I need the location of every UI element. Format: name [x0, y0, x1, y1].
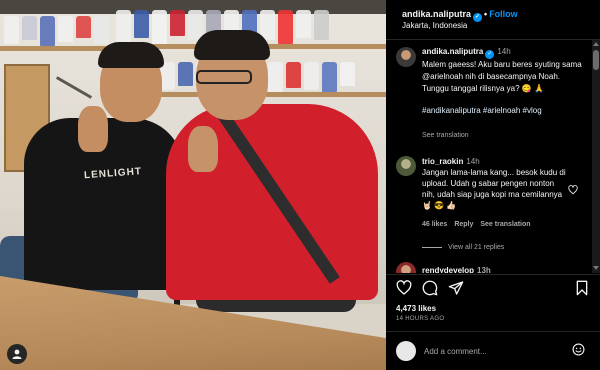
post-photo[interactable]: LENLIGHT [0, 0, 386, 370]
avatar[interactable] [396, 262, 416, 273]
caption-time: 14h [497, 47, 511, 56]
follow-button[interactable]: Follow [489, 9, 518, 19]
scrollbar-thumb[interactable] [593, 50, 599, 70]
figure-row [4, 16, 109, 46]
separator-dot: • [484, 9, 488, 19]
scrollbar[interactable] [592, 40, 600, 273]
comment-text: Jangan lama-lama kang... besok kudu di u… [422, 168, 566, 210]
post-actions [386, 274, 600, 304]
comment-likes[interactable]: 46 likes [422, 221, 447, 228]
comment-meta: 46 likes Reply See translation [422, 221, 538, 228]
reply-button[interactable]: Reply [454, 221, 473, 228]
heart-icon [568, 185, 578, 195]
glasses [196, 70, 252, 84]
avatar[interactable] [396, 156, 416, 176]
comment-input[interactable] [424, 342, 564, 360]
view-replies-label: View all 21 replies [448, 244, 505, 251]
replies-divider [422, 246, 442, 248]
photo-shelf [150, 92, 386, 97]
comment-username[interactable]: trio_raokin [422, 157, 463, 166]
tagged-users-button[interactable] [7, 344, 27, 364]
comment-item: rendydevelop 13h [422, 266, 491, 273]
emoji-icon [572, 343, 585, 356]
post-side-panel: andika.naliputra ✓ • Follow Jakarta, Indone… [386, 0, 600, 370]
post-timestamp: 14 HOURS AGO [396, 316, 445, 322]
see-translation-link[interactable]: See translation [422, 132, 469, 139]
save-button[interactable] [574, 280, 590, 300]
scroll-up-arrow-icon[interactable] [593, 42, 599, 46]
share-button[interactable] [448, 280, 464, 300]
comment-icon [422, 280, 438, 296]
comment-username[interactable]: rendydevelop [422, 266, 474, 273]
peace-sign-hand [188, 126, 218, 172]
like-comment-button[interactable] [568, 185, 578, 198]
post-caption: andika.naliputra ✓ 14h Malem gaeess! Aku b… [422, 46, 588, 117]
caption-username[interactable]: andika.naliputra [422, 47, 483, 56]
scroll-down-arrow-icon[interactable] [593, 266, 599, 270]
verified-badge-icon: ✓ [473, 13, 483, 22]
caption-hashtags[interactable]: #andikanaliputra #arielnoah #vlog [422, 105, 588, 117]
comment-time: 13h [477, 266, 491, 273]
comment-time: 14h [466, 157, 480, 166]
post-location[interactable]: Jakarta, Indonesia [402, 21, 467, 30]
comment-see-translation[interactable]: See translation [480, 221, 530, 228]
comment-composer [386, 331, 600, 370]
verified-badge-icon: ✓ [485, 50, 495, 59]
avatar[interactable] [396, 341, 416, 361]
likes-count[interactable]: 4,473 likes [396, 304, 436, 313]
bookmark-icon [576, 280, 588, 296]
share-icon [448, 281, 464, 295]
comment-button[interactable] [422, 280, 438, 300]
peace-sign-hand [78, 106, 108, 152]
view-replies-button[interactable]: View all 21 replies [422, 244, 504, 251]
like-button[interactable] [396, 280, 412, 300]
person-left-hair [98, 42, 164, 68]
caption-text: Malem gaeess! Aku baru beres syuting sam… [422, 60, 582, 93]
comments-scroll-area[interactable]: andika.naliputra ✓ 14h Malem gaeess! Aku b… [386, 40, 600, 273]
post-header: andika.naliputra ✓ • Follow Jakarta, Indone… [386, 0, 600, 40]
heart-icon [396, 280, 412, 295]
avatar[interactable] [396, 47, 416, 67]
emoji-button[interactable] [572, 343, 585, 359]
user-icon [12, 349, 22, 359]
comment-item: trio_raokin 14h Jangan lama-lama kang... … [422, 156, 568, 211]
person-right-hair [194, 30, 270, 60]
author-username[interactable]: andika.naliputra [402, 9, 471, 19]
